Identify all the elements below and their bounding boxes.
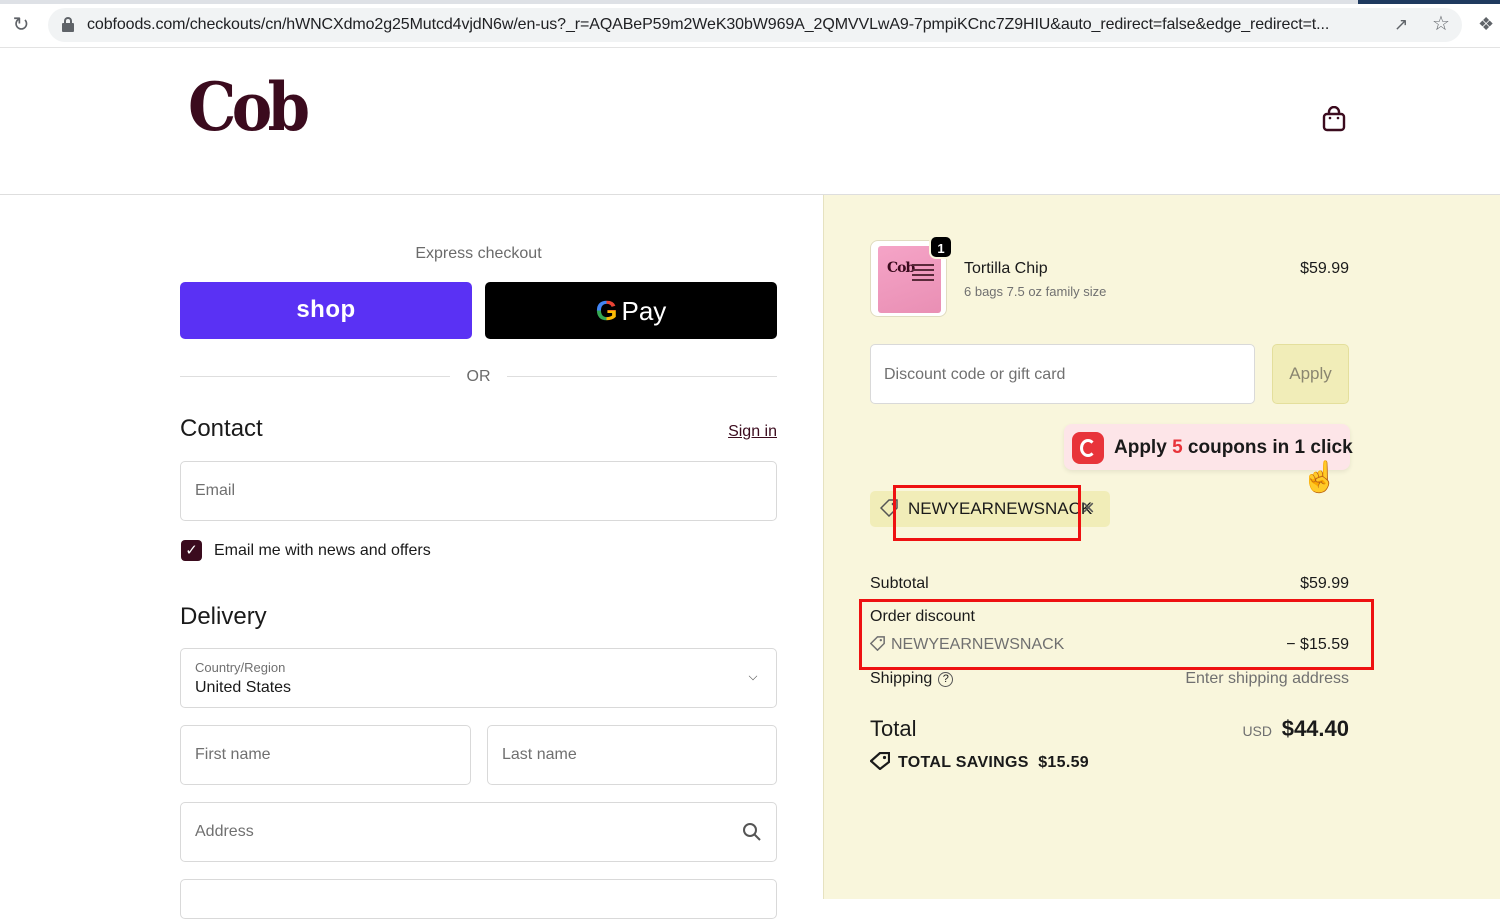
- currency-code: USD: [1242, 723, 1272, 739]
- newsletter-checkbox[interactable]: ✓: [181, 540, 202, 561]
- google-g-icon: G: [595, 295, 618, 326]
- google-pay-label: Pay: [621, 296, 667, 326]
- savings-tag-icon: [870, 752, 890, 770]
- tab-strip-edge: [0, 0, 1500, 4]
- country-select[interactable]: Country/Region United States: [180, 648, 777, 708]
- subtotal-value: $59.99: [1300, 575, 1349, 592]
- address-field[interactable]: Address: [180, 802, 777, 862]
- pointer-hand-icon: ☝: [1301, 461, 1339, 494]
- google-pay-button[interactable]: G Pay: [485, 282, 777, 339]
- discount-code-input[interactable]: Discount code or gift card: [870, 344, 1255, 404]
- url-text[interactable]: cobfoods.com/checkouts/cn/hWNCXdmo2g25Mu…: [87, 16, 1387, 34]
- or-label: OR: [466, 368, 491, 385]
- search-icon[interactable]: [742, 822, 762, 842]
- discount-placeholder: Discount code or gift card: [884, 366, 1066, 383]
- delivery-heading: Delivery: [180, 603, 267, 630]
- active-tab-edge: [1358, 0, 1500, 4]
- cob-logo[interactable]: Cob: [188, 74, 310, 140]
- express-checkout-title: Express checkout: [415, 245, 542, 262]
- product-variant: 6 bags 7.5 oz family size: [964, 284, 1107, 299]
- reload-icon[interactable]: ↻: [10, 14, 32, 36]
- address-bar[interactable]: cobfoods.com/checkouts/cn/hWNCXdmo2g25Mu…: [48, 8, 1462, 42]
- last-name-field[interactable]: Last name: [487, 725, 777, 785]
- browser-toolbar: ↻ cobfoods.com/checkouts/cn/hWNCXdmo2g25…: [0, 0, 1500, 48]
- next-address-field[interactable]: [180, 879, 777, 919]
- coupon-popup-text: Apply 5 coupons in 1 click: [1114, 437, 1353, 458]
- subtotal-label: Subtotal: [870, 575, 929, 592]
- first-name-placeholder: First name: [195, 746, 271, 763]
- or-divider: OR: [180, 365, 777, 389]
- country-label: Country/Region: [195, 660, 286, 675]
- share-icon[interactable]: ↗: [1394, 16, 1414, 34]
- shopping-bag-icon[interactable]: [1322, 106, 1346, 132]
- country-value: United States: [195, 679, 292, 696]
- savings-value: $15.59: [1038, 754, 1089, 771]
- contact-heading: Contact: [180, 415, 263, 442]
- shipping-value: Enter shipping address: [1185, 670, 1349, 687]
- total-amount: $44.40: [1281, 716, 1349, 741]
- store-header: Cob: [0, 48, 1500, 195]
- email-placeholder: Email: [195, 482, 236, 499]
- remove-code-icon[interactable]: ×: [1082, 495, 1095, 521]
- help-icon[interactable]: ?: [938, 672, 954, 687]
- annotation-box-discount: [859, 599, 1374, 670]
- quantity-badge: 1: [929, 235, 953, 259]
- product-name: Tortilla Chip: [964, 260, 1048, 277]
- apply-discount-button[interactable]: Apply: [1272, 344, 1349, 404]
- total-savings: TOTAL SAVINGS $15.59: [870, 752, 1089, 772]
- extensions-puzzle-icon[interactable]: ❖: [1478, 14, 1498, 34]
- shipping-label: Shipping: [870, 670, 933, 687]
- bookmark-star-icon[interactable]: ☆: [1432, 14, 1452, 34]
- newsletter-label[interactable]: Email me with news and offers: [214, 542, 431, 560]
- email-field[interactable]: Email: [180, 461, 777, 521]
- shop-pay-button[interactable]: shop: [180, 282, 472, 339]
- total-label: Total: [870, 716, 917, 741]
- last-name-placeholder: Last name: [502, 746, 577, 763]
- order-summary: Cob 1 Tortilla Chip 6 bags 7.5 oz family…: [823, 195, 1500, 899]
- address-placeholder: Address: [195, 823, 254, 840]
- first-name-field[interactable]: First name: [180, 725, 471, 785]
- chevron-down-icon: [748, 671, 758, 681]
- sign-in-link[interactable]: Sign in: [700, 423, 777, 441]
- product-logo-mark: Cob: [887, 260, 915, 276]
- annotation-box-code: [893, 485, 1081, 541]
- subtotal-row: Subtotal $59.99: [870, 575, 1349, 593]
- lock-icon[interactable]: [62, 17, 74, 33]
- coupon-extension-icon: [1072, 432, 1104, 464]
- shipping-row: Shipping? Enter shipping address: [870, 670, 1349, 688]
- savings-label: TOTAL SAVINGS: [898, 754, 1029, 771]
- checkout-form: Express checkout shop G Pay OR Contact Si…: [0, 195, 823, 919]
- product-price: $59.99: [1300, 260, 1349, 277]
